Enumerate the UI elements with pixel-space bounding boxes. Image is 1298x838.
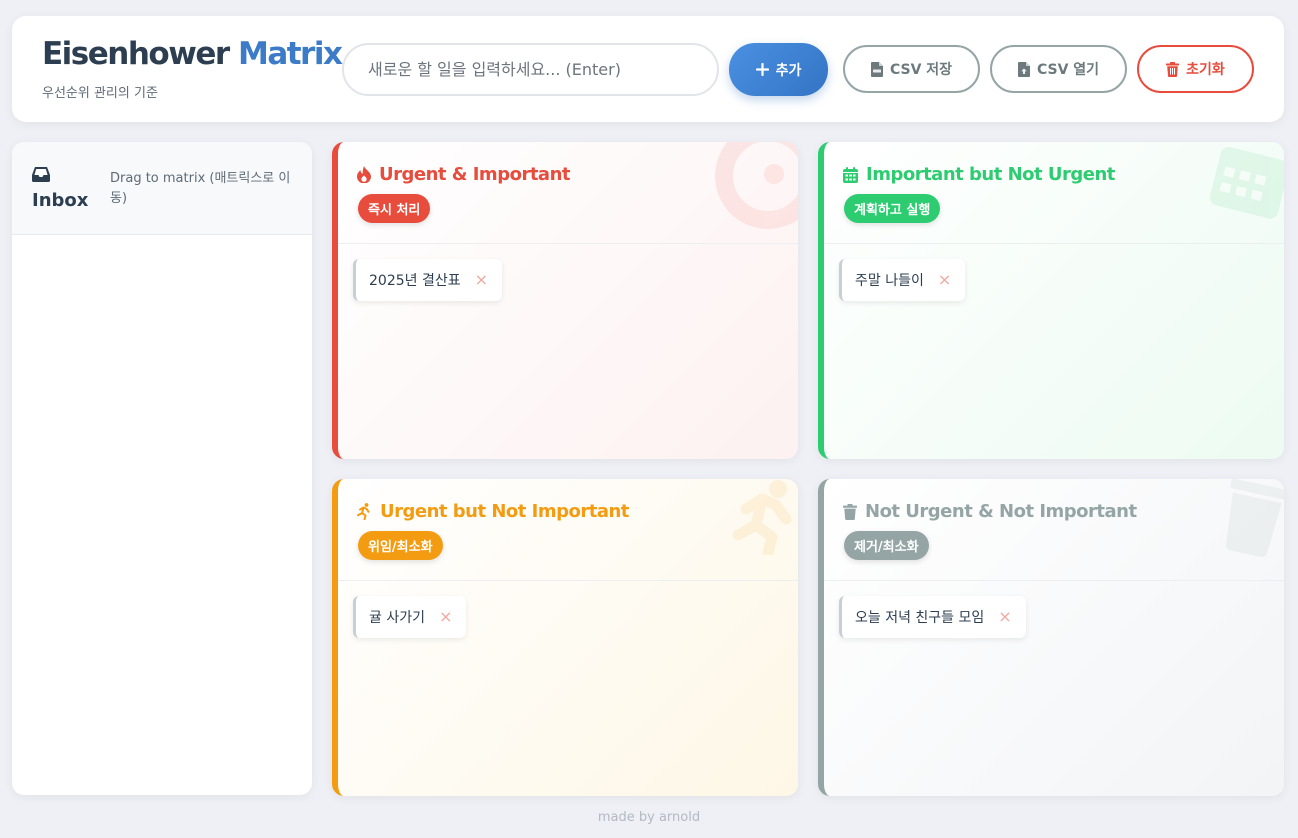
- delete-task-icon[interactable]: ×: [938, 272, 951, 288]
- quadrant-badge: 위임/최소화: [358, 531, 443, 560]
- quadrant-header: Urgent & Important 즉시 처리: [338, 142, 798, 244]
- fire-icon: [357, 166, 371, 183]
- quadrant-header: Urgent but Not Important 위임/최소화: [338, 479, 798, 581]
- inbox-panel[interactable]: Inbox Drag to matrix (매트릭스로 이동): [12, 142, 312, 795]
- app-title: Eisenhower Matrix: [42, 36, 343, 72]
- quadrant-urgent-not-important[interactable]: Urgent but Not Important 위임/최소화 귤 사가기 ×: [332, 479, 798, 796]
- quadrant-badge: 제거/최소화: [844, 531, 929, 560]
- task-text: 2025년 결산표: [369, 273, 461, 289]
- task-card[interactable]: 2025년 결산표 ×: [353, 259, 503, 301]
- app-header: Eisenhower Matrix 우선순위 관리의 기준 추가 CSV 저장 …: [12, 16, 1284, 122]
- reset-button[interactable]: 초기화: [1137, 45, 1254, 93]
- running-icon: [357, 503, 372, 520]
- new-task-input[interactable]: [342, 43, 719, 96]
- file-upload-icon: [1017, 61, 1030, 77]
- delete-task-icon[interactable]: ×: [475, 272, 488, 288]
- task-text: 귤 사가기: [369, 610, 425, 626]
- task-card[interactable]: 귤 사가기 ×: [353, 596, 467, 638]
- task-text: 오늘 저녁 친구들 모임: [855, 610, 985, 626]
- quadrant-header: Not Urgent & Not Important 제거/최소화: [824, 479, 1284, 581]
- calendar-icon: [843, 166, 858, 183]
- quadrant-title: Not Urgent & Not Important: [843, 501, 1137, 522]
- csv-open-button[interactable]: CSV 열기: [990, 45, 1127, 93]
- add-task-label: 추가: [775, 62, 802, 79]
- inbox-icon: [32, 166, 50, 186]
- quadrant-urgent-important[interactable]: Urgent & Important 즉시 처리 2025년 결산표 ×: [332, 142, 798, 459]
- quadrant-badge: 계획하고 실행: [844, 194, 941, 223]
- quadrant-title: Urgent & Important: [357, 164, 571, 185]
- plus-icon: [755, 63, 769, 76]
- delete-task-icon[interactable]: ×: [998, 609, 1011, 625]
- quadrant-header: Important but Not Urgent 계획하고 실행: [824, 142, 1284, 244]
- quadrant-important-not-urgent[interactable]: Important but Not Urgent 계획하고 실행 주말 나들이 …: [818, 142, 1284, 459]
- delete-task-icon[interactable]: ×: [439, 609, 452, 625]
- quadrant-title: Important but Not Urgent: [843, 164, 1115, 185]
- quadrant-badge: 즉시 처리: [358, 194, 431, 223]
- inbox-hint: Drag to matrix (매트릭스로 이동): [110, 171, 291, 206]
- quadrant-not-urgent-not-important[interactable]: Not Urgent & Not Important 제거/최소화 오늘 저녁 …: [818, 479, 1284, 796]
- inbox-header: Inbox Drag to matrix (매트릭스로 이동): [12, 142, 312, 235]
- app-title-part2: Matrix: [237, 36, 343, 72]
- file-csv-icon: [870, 61, 883, 77]
- add-task-button[interactable]: 추가: [729, 43, 828, 96]
- quadrant-title-text: Important but Not Urgent: [866, 164, 1115, 185]
- trash-icon: [843, 503, 857, 520]
- brand: Eisenhower Matrix 우선순위 관리의 기준: [42, 36, 343, 101]
- quadrant-title-text: Urgent but Not Important: [380, 501, 629, 522]
- quadrant-title-text: Not Urgent & Not Important: [865, 501, 1137, 522]
- footer-credit: made by arnold: [597, 810, 701, 825]
- task-text: 주말 나들이: [855, 273, 924, 289]
- trash-icon: [1166, 61, 1180, 77]
- quadrant-title-text: Urgent & Important: [379, 164, 571, 185]
- csv-save-label: CSV 저장: [889, 62, 953, 78]
- reset-label: 초기화: [1186, 62, 1225, 78]
- csv-save-button[interactable]: CSV 저장: [843, 45, 980, 93]
- quadrant-title: Urgent but Not Important: [357, 501, 629, 522]
- inbox-title: Inbox: [32, 190, 89, 211]
- app-title-part1: Eisenhower: [42, 36, 230, 72]
- csv-open-label: CSV 열기: [1036, 62, 1100, 78]
- task-card[interactable]: 주말 나들이 ×: [839, 259, 966, 301]
- app-subtitle: 우선순위 관리의 기준: [42, 86, 158, 101]
- task-card[interactable]: 오늘 저녁 친구들 모임 ×: [839, 596, 1026, 638]
